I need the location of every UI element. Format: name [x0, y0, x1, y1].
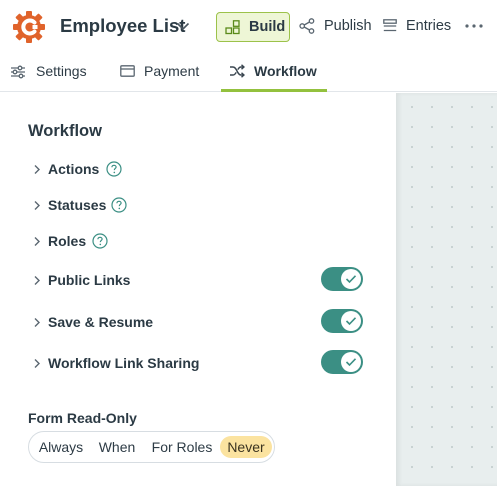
workflow-link-sharing-toggle[interactable]: [321, 350, 363, 374]
panel-title: Workflow: [28, 122, 102, 140]
section-save-resume[interactable]: Save & Resume: [28, 309, 368, 335]
sliders-icon: [11, 65, 25, 79]
form-read-only-label: Form Read-Only: [28, 410, 137, 426]
share-icon[interactable]: [299, 18, 315, 34]
tab-workflow-label: Workflow: [254, 63, 317, 79]
help-icon[interactable]: [111, 197, 127, 213]
chevron-right-icon: [34, 201, 40, 210]
section-workflow-link-sharing[interactable]: Workflow Link Sharing: [28, 350, 368, 376]
check-icon: [345, 317, 357, 326]
chevron-down-icon[interactable]: [176, 21, 190, 31]
section-actions-label: Actions: [48, 161, 100, 177]
shuffle-icon: [230, 64, 245, 78]
option-for-roles[interactable]: For Roles: [149, 436, 215, 458]
top-bar: Employee List Build Publish Entries: [0, 0, 497, 54]
form-title[interactable]: Employee List: [60, 15, 185, 37]
workflow-panel: Workflow Actions Statuses Roles Public L…: [0, 93, 396, 486]
section-roles-label: Roles: [48, 233, 87, 249]
toggle-knob: [341, 269, 361, 289]
section-actions[interactable]: Actions: [28, 156, 368, 182]
build-label: Build: [249, 19, 286, 35]
more-options-icon[interactable]: [464, 20, 484, 32]
tab-bar: Settings Payment Workflow: [0, 54, 497, 92]
option-never[interactable]: Never: [220, 436, 272, 458]
read-only-segmented-control: Always When For Roles Never: [28, 431, 275, 463]
tab-payment[interactable]: Payment: [118, 54, 208, 92]
chevron-right-icon: [34, 237, 40, 246]
tab-payment-label: Payment: [144, 63, 200, 79]
publish-link[interactable]: Publish: [324, 18, 372, 34]
section-statuses[interactable]: Statuses: [28, 192, 368, 218]
cognito-logo-icon[interactable]: [12, 10, 46, 44]
section-public-links-label: Public Links: [48, 272, 131, 288]
section-public-links[interactable]: Public Links: [28, 267, 368, 293]
help-icon[interactable]: [106, 161, 122, 177]
build-button[interactable]: Build: [216, 12, 290, 42]
section-save-resume-label: Save & Resume: [48, 314, 154, 330]
toggle-knob: [341, 352, 361, 372]
section-roles[interactable]: Roles: [28, 228, 368, 254]
check-icon: [345, 358, 357, 367]
section-statuses-label: Statuses: [48, 197, 107, 213]
builder-canvas[interactable]: [396, 93, 497, 486]
list-icon[interactable]: [383, 19, 397, 33]
chevron-right-icon: [34, 359, 40, 368]
option-always[interactable]: Always: [33, 436, 89, 458]
chevron-right-icon: [34, 318, 40, 327]
save-resume-toggle[interactable]: [321, 309, 363, 333]
check-icon: [345, 275, 357, 284]
entries-link[interactable]: Entries: [406, 18, 451, 34]
help-icon[interactable]: [92, 233, 108, 249]
card-icon: [120, 65, 135, 77]
tab-settings-label: Settings: [36, 63, 87, 79]
blocks-icon: [225, 20, 240, 35]
option-when[interactable]: When: [93, 436, 141, 458]
public-links-toggle[interactable]: [321, 267, 363, 291]
tab-workflow[interactable]: Workflow: [221, 54, 327, 92]
chevron-right-icon: [34, 165, 40, 174]
section-workflow-link-sharing-label: Workflow Link Sharing: [48, 355, 200, 371]
toggle-knob: [341, 311, 361, 331]
tab-settings[interactable]: Settings: [10, 54, 100, 92]
chevron-right-icon: [34, 276, 40, 285]
